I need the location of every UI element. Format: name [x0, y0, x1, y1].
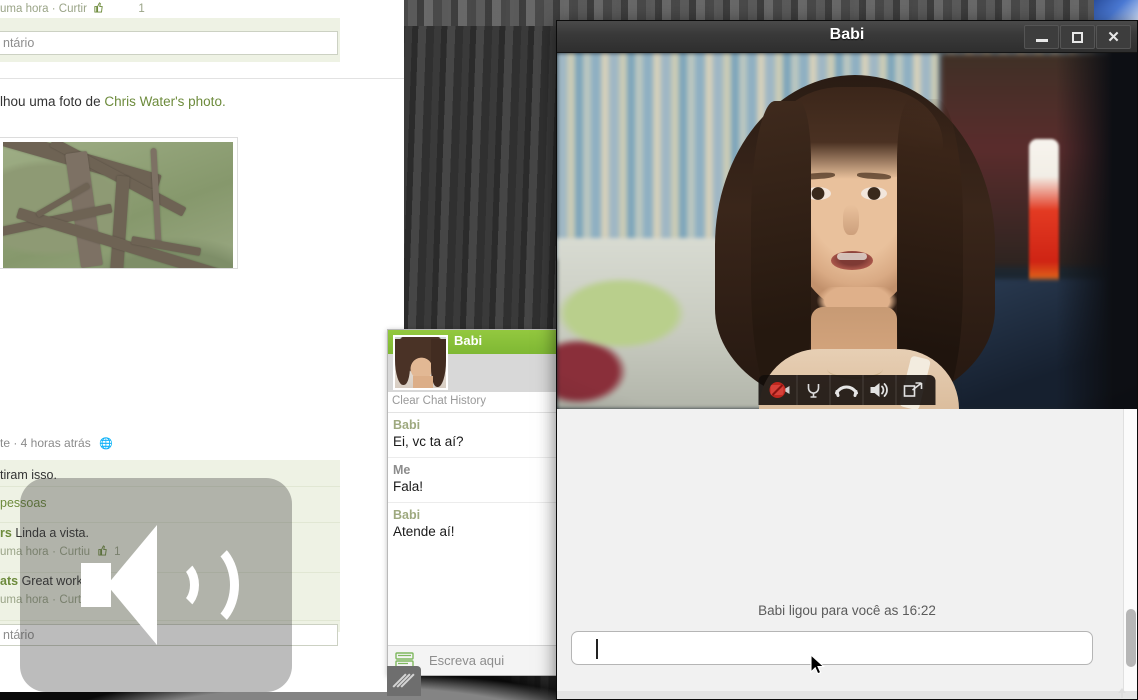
fb-photo[interactable] [0, 137, 238, 269]
chat-message-author: Babi [393, 418, 421, 432]
video-bg-dark-edge [1055, 53, 1137, 409]
chat-message-list: Babi Ei, vc ta aí? Me Fala! Babi Atende … [388, 413, 559, 547]
camera-off-icon[interactable] [765, 375, 798, 405]
microphone-icon[interactable] [798, 375, 831, 405]
screen-root: uma hora · Curtir 1 ntário lhou uma foto… [0, 0, 1138, 700]
chat-input-placeholder: Escreva aqui [429, 653, 505, 668]
chat-message-author: Me [393, 463, 411, 477]
chat-contact-name: Babi [454, 333, 483, 348]
facebook-chat-window[interactable]: Babi Clear Chat History Babi Ei, vc ta a… [387, 329, 560, 676]
video-call-window[interactable]: Babi ✕ Babi ligou para você as 16:22 [556, 20, 1138, 700]
thumbs-up-icon [94, 2, 103, 13]
clear-chat-history-label: Clear Chat History [392, 395, 486, 407]
fb-comment-input-top[interactable]: ntário [0, 31, 338, 55]
fb-story-line: lhou uma foto de Chris Water's photo. [0, 94, 226, 109]
scrollbar-thumb[interactable] [1126, 609, 1136, 667]
mouse-cursor [810, 654, 826, 675]
chat-message-text: Atende aí! [393, 524, 455, 539]
taskbar-indicator-icon[interactable] [1114, 687, 1130, 699]
video-window-titlebar[interactable]: Babi ✕ [557, 21, 1137, 53]
chat-message-text: Ei, vc ta aí? [393, 434, 464, 449]
fb-photo-image [3, 142, 233, 268]
fb-top-post-meta-text: uma hora · Curtir [0, 3, 87, 15]
vertical-scrollbar[interactable] [1123, 409, 1137, 699]
fb-comment-input-top-placeholder: ntário [3, 36, 35, 50]
window-controls: ✕ [1024, 25, 1131, 49]
list-item: Babi Atende aí! [388, 503, 559, 547]
fullscreen-icon[interactable] [897, 375, 930, 405]
call-status-text: Babi ligou para você as 16:22 [758, 603, 936, 618]
maximize-button[interactable] [1060, 25, 1095, 49]
minimize-button[interactable] [1024, 25, 1059, 49]
video-window-chat-pane: Babi ligou para você as 16:22 [557, 409, 1137, 699]
message-input[interactable] [571, 631, 1093, 665]
list-item: Babi Ei, vc ta aí? [388, 413, 559, 458]
fb-comment-author[interactable]: ats [0, 574, 18, 588]
list-item: Me Fala! [388, 458, 559, 503]
call-control-toolbar [758, 375, 936, 405]
fb-comment-author[interactable]: rs [0, 526, 12, 540]
clear-chat-history-button[interactable]: Clear Chat History [388, 392, 559, 413]
speaker-icon[interactable] [864, 375, 897, 405]
close-button[interactable]: ✕ [1096, 25, 1131, 49]
hang-up-icon[interactable] [831, 375, 864, 405]
window-resize-grip[interactable] [387, 666, 421, 696]
window-bottom-strip [557, 691, 1137, 699]
globe-icon: 🌐 [99, 438, 113, 450]
fb-photo-meta: te · 4 horas atrás 🌐 [0, 436, 113, 450]
fb-top-post-like-count: 1 [138, 3, 145, 15]
video-person [705, 75, 1005, 409]
video-feed[interactable] [557, 53, 1137, 409]
fb-divider [0, 78, 404, 79]
avatar [393, 335, 448, 390]
fb-top-post-meta: uma hora · Curtir 1 [0, 2, 145, 15]
volume-osd-overlay [20, 478, 292, 692]
chat-message-author: Babi [393, 508, 421, 522]
text-caret [596, 639, 598, 659]
fb-story-prefix: lhou uma foto de [0, 94, 105, 109]
speaker-volume-icon [81, 525, 239, 645]
fb-photo-meta-text: te · 4 horas atrás [0, 436, 91, 450]
chat-message-text: Fala! [393, 479, 424, 494]
fb-story-link[interactable]: Chris Water's photo. [104, 94, 225, 109]
